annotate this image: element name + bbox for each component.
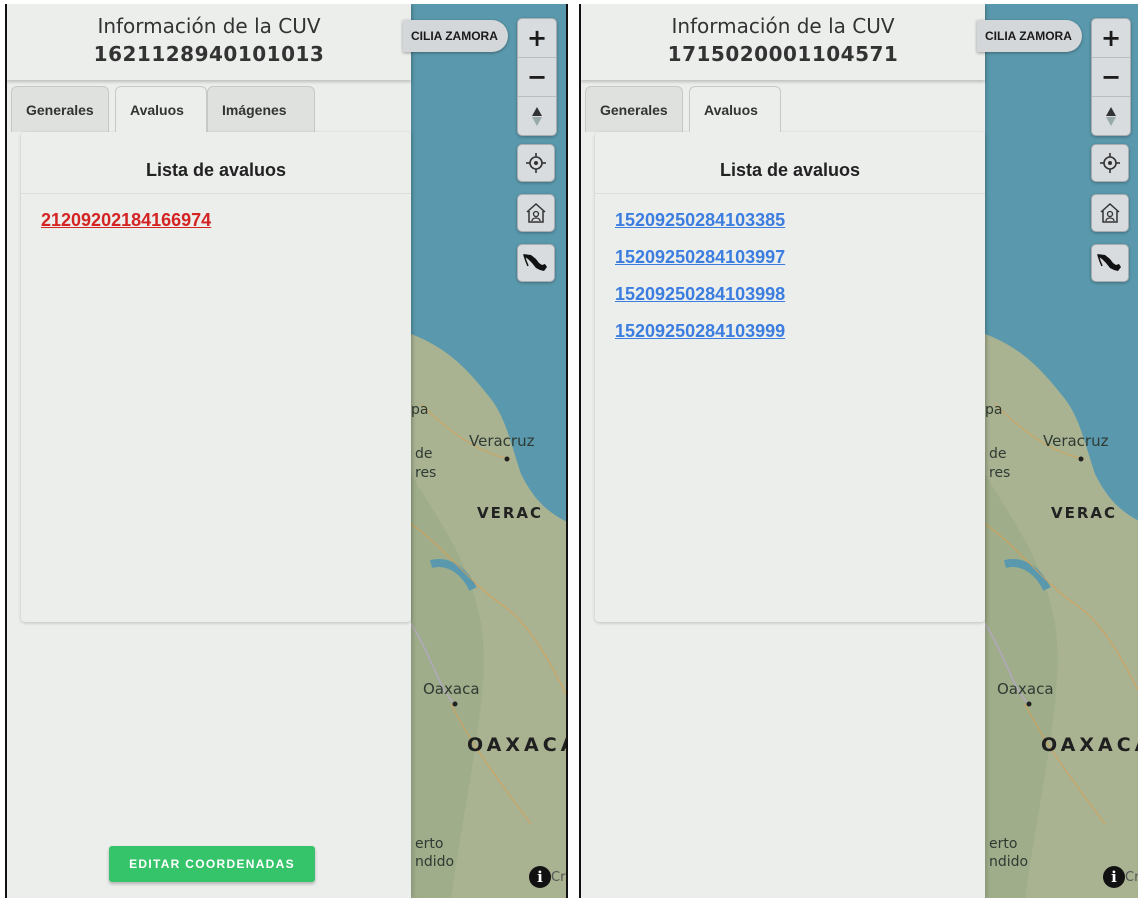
list-title: Lista de avaluos [595, 132, 985, 194]
country-extent-button[interactable] [1091, 244, 1129, 282]
tab-avaluos[interactable]: Avaluos [115, 86, 207, 132]
list-title: Lista de avaluos [21, 132, 411, 194]
crosshair-icon [1100, 153, 1120, 173]
map-label-fragment: ndido [989, 854, 1029, 870]
house-person-icon [1100, 202, 1120, 223]
user-chip[interactable]: CILIA ZAMORA [977, 20, 1082, 52]
crosshair-icon [526, 153, 546, 173]
avaluo-link[interactable]: 15209250284103997 [615, 243, 985, 280]
tab-bar: Generales Avaluos Imágenes [7, 86, 411, 132]
cuv-info-panel: Información de la CUV 1621128940101013 G… [7, 4, 411, 898]
map-label-fragment: de [989, 446, 1007, 462]
edit-coordinates-button[interactable]: EDITAR COORDENADAS [109, 846, 315, 882]
tab-generales[interactable]: Generales [585, 86, 683, 132]
map-canvas [985, 4, 1138, 898]
avaluo-list: 15209250284103385 15209250284103997 1520… [595, 194, 985, 354]
tab-avaluos[interactable]: Avaluos [689, 86, 781, 132]
cuv-number: 1621128940101013 [93, 42, 325, 66]
map-label-veracruz-state: VERAC [477, 504, 544, 522]
map-view[interactable]: pa Veracruz de res VERAC Oaxaca OAXACA e… [411, 4, 566, 898]
map-label-veracruz-city: Veracruz [1043, 432, 1109, 450]
compass-reset-button[interactable] [518, 97, 556, 135]
screenshot-right: pa Veracruz de res VERAC Oaxaca OAXACA e… [579, 4, 1138, 898]
panel-title: Información de la CUV [97, 14, 321, 38]
avaluos-card: Lista de avaluos 15209250284103385 15209… [595, 132, 985, 622]
avaluo-link[interactable]: 15209250284103999 [615, 317, 985, 354]
home-location-button[interactable] [517, 194, 555, 232]
map-label-oaxaca-city: Oaxaca [423, 680, 480, 698]
map-label-oaxaca-state: OAXACA [1041, 734, 1138, 756]
map-label-oaxaca-state: OAXACA [467, 734, 566, 756]
map-view[interactable]: pa Veracruz de res VERAC Oaxaca OAXACA e… [985, 4, 1138, 898]
map-info-button[interactable]: i [529, 866, 551, 888]
map-label-fragment: pa [411, 402, 429, 418]
map-attribution: Cr [1125, 870, 1138, 885]
map-label-fragment: res [415, 465, 437, 481]
user-chip[interactable]: CILIA ZAMORA [403, 20, 508, 52]
zoom-controls: + − [517, 18, 557, 136]
map-label-fragment: de [415, 446, 433, 462]
avaluos-card: Lista de avaluos 21209202184166974 [21, 132, 411, 622]
home-location-button[interactable] [1091, 194, 1129, 232]
zoom-in-button[interactable]: + [518, 19, 556, 58]
avaluo-list: 21209202184166974 [21, 194, 411, 243]
compass-north-icon [532, 106, 542, 116]
avaluo-link[interactable]: 15209250284103998 [615, 280, 985, 317]
locate-button[interactable] [517, 144, 555, 182]
map-label-fragment: pa [985, 402, 1003, 418]
compass-south-icon [1106, 116, 1116, 126]
compass-south-icon [532, 116, 542, 126]
avaluo-link[interactable]: 21209202184166974 [41, 206, 411, 243]
map-label-fragment: erto [989, 836, 1018, 852]
tab-generales[interactable]: Generales [11, 86, 109, 132]
map-label-fragment: ndido [415, 854, 455, 870]
zoom-out-button[interactable]: − [518, 58, 556, 97]
cuv-number: 1715020001104571 [667, 42, 899, 66]
map-label-veracruz-state: VERAC [1051, 504, 1118, 522]
screenshot-left: pa Veracruz de res VERAC Oaxaca OAXACA e… [5, 4, 568, 898]
tab-bar: Generales Avaluos [581, 86, 985, 132]
avaluo-link[interactable]: 15209250284103385 [615, 206, 985, 243]
mexico-map-icon [523, 254, 547, 271]
panel-header: Información de la CUV 1621128940101013 [7, 4, 411, 80]
compass-reset-button[interactable] [1092, 97, 1130, 135]
panel-title: Información de la CUV [671, 14, 895, 38]
mexico-map-icon [1097, 254, 1121, 271]
locate-button[interactable] [1091, 144, 1129, 182]
map-canvas [411, 4, 566, 898]
map-attribution: Cr [551, 870, 566, 885]
map-label-fragment: res [989, 465, 1011, 481]
map-info-button[interactable]: i [1103, 866, 1125, 888]
cuv-info-panel: Información de la CUV 1715020001104571 G… [581, 4, 985, 898]
zoom-controls: + − [1091, 18, 1131, 136]
house-person-icon [526, 202, 546, 223]
map-label-oaxaca-city: Oaxaca [997, 680, 1054, 698]
compass-north-icon [1106, 106, 1116, 116]
country-extent-button[interactable] [517, 244, 555, 282]
tab-imagenes[interactable]: Imágenes [207, 86, 315, 132]
zoom-in-button[interactable]: + [1092, 19, 1130, 58]
zoom-out-button[interactable]: − [1092, 58, 1130, 97]
map-label-veracruz-city: Veracruz [469, 432, 535, 450]
panel-header: Información de la CUV 1715020001104571 [581, 4, 985, 80]
map-label-fragment: erto [415, 836, 444, 852]
